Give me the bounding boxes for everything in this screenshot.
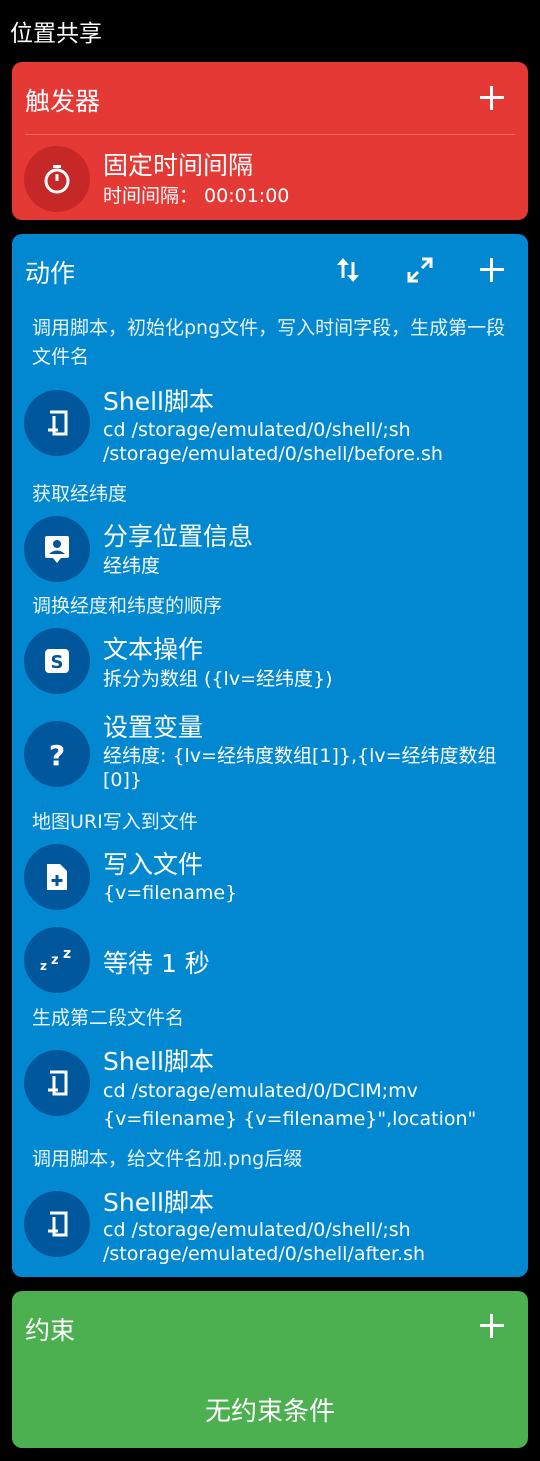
add-action-icon[interactable] [480,258,504,282]
action-item-subtitle: cd /storage/emulated/0/shell/;sh /storag… [103,419,443,465]
actions-card: 动作 调用脚本，初始化png文件，写入时间字段，生成第一段文件名 Shell脚本… [12,234,528,1277]
add-trigger-icon[interactable] [480,86,504,110]
shell-script-icon [24,1191,90,1257]
app-bar: 位置共享 [0,0,540,58]
action-item-title: Shell脚本 [103,1188,214,1217]
question-icon: ? [24,721,90,787]
constraints-card: 约束 无约束条件 [12,1291,528,1448]
text-s-icon: S [24,628,90,694]
svg-text:z: z [63,946,71,962]
action-item-subtitle: 经纬度: {lv=经纬度数组[1]},{lv=经纬度数组[0]} [103,745,497,791]
shell-script-icon [24,1050,90,1116]
contact-location-icon [24,516,90,582]
constraints-header: 约束 [25,1316,76,1345]
action-item-subtitle: 拆分为数组 ({lv=经纬度}) [103,668,333,690]
shell-script-icon [24,390,90,456]
svg-text:z: z [51,953,59,968]
add-constraint-icon[interactable] [480,1314,504,1338]
expand-icon[interactable] [404,254,436,286]
trigger-header: 触发器 [25,87,101,116]
action-item-title: Shell脚本 [103,387,214,416]
svg-text:S: S [51,652,64,673]
action-comment: 调换经度和纬度的顺序 [32,595,223,617]
action-item-subtitle: cd /storage/emulated/0/DCIM;mv {v=filena… [103,1080,477,1130]
sort-icon[interactable] [334,256,362,284]
action-item-title: Shell脚本 [103,1047,214,1076]
action-item-title: 文本操作 [103,635,204,664]
action-item-title: 等待 1 秒 [103,949,210,978]
action-comment: 调用脚本，初始化png文件，写入时间字段，生成第一段文件名 [32,317,506,368]
sleep-zzz-icon: z z z [24,927,90,993]
empty-constraints-text: 无约束条件 [204,1397,335,1427]
action-comment: 地图URI写入到文件 [32,811,198,833]
file-add-icon [24,844,90,910]
action-comment: 获取经纬度 [32,483,128,505]
action-item-subtitle: cd /storage/emulated/0/shell/;sh /storag… [103,1219,426,1265]
svg-text:z: z [40,959,47,973]
app-title: 位置共享 [10,21,102,47]
action-item-title: 分享位置信息 [103,522,254,551]
action-comment: 调用脚本，给文件名加.png后缀 [32,1148,303,1170]
stopwatch-icon [24,146,90,212]
action-comment: 生成第二段文件名 [32,1007,185,1029]
trigger-item-subtitle: 时间间隔： 00:01:00 [103,185,290,207]
action-item-title: 写入文件 [103,850,204,879]
divider [25,134,515,135]
trigger-item-title: 固定时间间隔 [103,151,254,180]
trigger-card: 触发器 固定时间间隔 时间间隔： 00:01:00 [12,62,528,220]
action-item-subtitle: 经纬度 [103,555,161,577]
svg-text:?: ? [49,739,65,769]
action-item-subtitle: {v=filename} [103,882,238,904]
action-item-title: 设置变量 [103,713,204,742]
actions-header: 动作 [25,259,76,288]
